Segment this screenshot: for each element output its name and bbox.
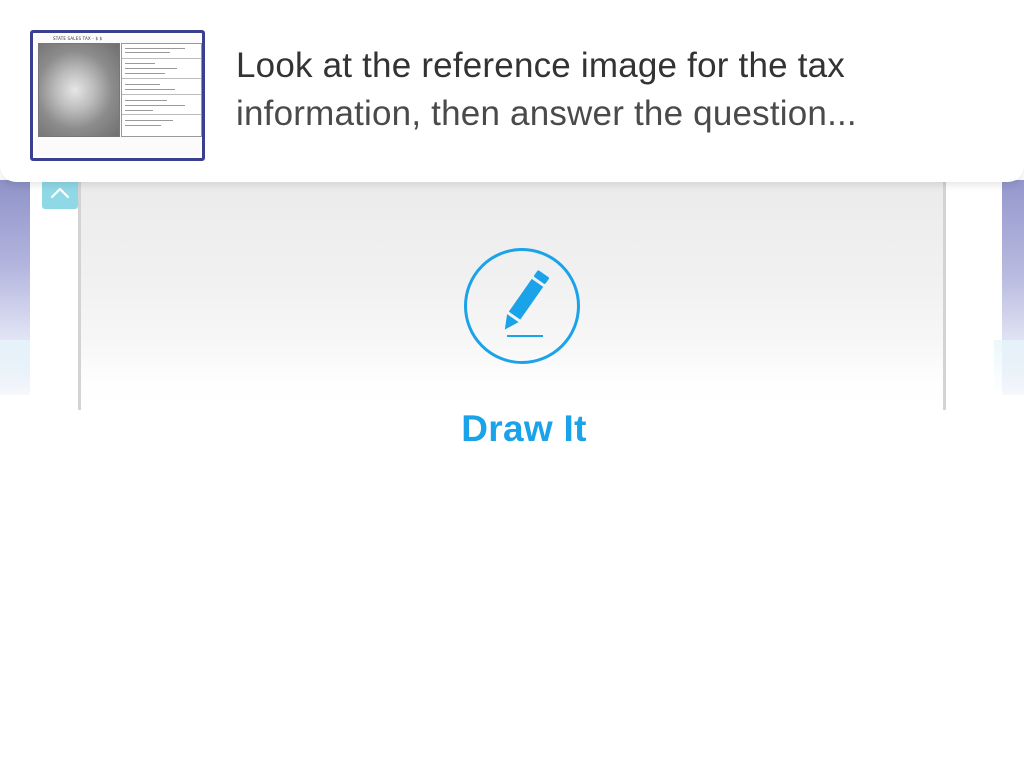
background-fade-right bbox=[994, 340, 1024, 395]
background-fade-left bbox=[0, 340, 30, 395]
reference-tax-table-picture bbox=[121, 43, 202, 137]
reference-map-picture bbox=[38, 43, 120, 137]
page: STATE SALES TAX - $ $ Look at the refere… bbox=[0, 0, 1024, 768]
question-header: STATE SALES TAX - $ $ Look at the refere… bbox=[0, 0, 1024, 182]
chevron-up-icon bbox=[50, 187, 70, 198]
pencil-icon bbox=[504, 270, 549, 337]
draw-it-circle bbox=[464, 248, 580, 364]
reference-image-content: STATE SALES TAX - $ $ bbox=[35, 35, 202, 156]
reference-image-thumbnail[interactable]: STATE SALES TAX - $ $ bbox=[30, 30, 205, 161]
question-line-2: information, then answer the question... bbox=[236, 94, 857, 133]
question-prompt: Look at the reference image for the tax … bbox=[236, 42, 996, 138]
draw-it-button[interactable]: Draw It bbox=[440, 248, 608, 458]
reference-image-title: STATE SALES TAX - $ $ bbox=[53, 36, 103, 41]
draw-it-label: Draw It bbox=[461, 408, 587, 449]
question-line-1: Look at the reference image for the tax bbox=[236, 46, 845, 85]
